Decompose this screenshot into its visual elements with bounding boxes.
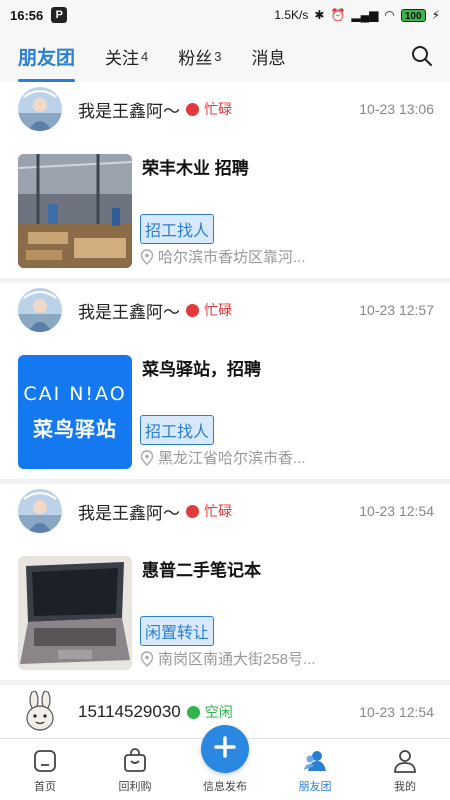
battery-icon: 100 bbox=[400, 8, 426, 22]
status-right: 1.5K/s ✱ ⏰ ▂▄▆ ◠ 100 ⚡ bbox=[274, 8, 440, 22]
feed-post[interactable]: 我是王鑫阿～ 忙碌 10-23 12:57 CAI N!AO 菜鸟驿站 菜鸟驿站… bbox=[0, 283, 450, 479]
post-category-tag[interactable]: 招工找人 bbox=[140, 214, 215, 244]
home-icon bbox=[34, 750, 56, 772]
alarm-icon: ⏰ bbox=[330, 8, 346, 22]
busy-status-dot bbox=[186, 102, 199, 116]
post-username[interactable]: 15114529030 bbox=[78, 702, 181, 722]
status-bar: 16:56 P 1.5K/s ✱ ⏰ ▂▄▆ ◠ 100 ⚡ bbox=[0, 0, 450, 30]
busy-status-dot bbox=[186, 303, 199, 317]
location-pin-icon bbox=[140, 248, 154, 265]
location-pin-icon bbox=[140, 650, 154, 667]
app-notification-icon: P bbox=[51, 7, 68, 23]
fans-count: 3 bbox=[214, 48, 222, 64]
bottom-nav: 首页 回利购 信息发布 朋友团 我的 bbox=[0, 725, 450, 800]
avatar[interactable] bbox=[18, 87, 62, 131]
tab-fans[interactable]: 粉丝 3 bbox=[178, 30, 221, 82]
nav-publish[interactable]: 信息发布 bbox=[180, 725, 270, 800]
post-time: 10-23 12:54 bbox=[359, 704, 434, 720]
post-category-tag[interactable]: 招工找人 bbox=[140, 415, 215, 445]
post-location: 南岗区南通大街258号... bbox=[140, 648, 316, 669]
feed-post[interactable]: 我是王鑫阿～ 忙碌 10-23 12:54 惠普二手笔记本 闲置转让 南岗区南通… bbox=[0, 484, 450, 680]
post-thumbnail[interactable] bbox=[18, 556, 132, 670]
user-status: 空闲 bbox=[204, 704, 233, 720]
post-thumbnail[interactable]: CAI N!AO 菜鸟驿站 bbox=[18, 355, 132, 469]
friends-icon bbox=[304, 751, 326, 771]
post-username[interactable]: 我是王鑫阿～ bbox=[78, 499, 180, 524]
user-profile-icon bbox=[394, 750, 416, 773]
post-location: 哈尔滨市香坊区靠河... bbox=[140, 246, 306, 267]
post-username[interactable]: 我是王鑫阿～ bbox=[78, 97, 180, 122]
publish-plus-button[interactable] bbox=[201, 725, 249, 773]
feed-list: 我是王鑫阿～ 忙碌 10-23 13:06 荣丰木业 招聘 招工找人 哈尔滨市香… bbox=[0, 82, 450, 738]
location-text: 黑龙江省哈尔滨市香... bbox=[158, 450, 306, 467]
nav-mine[interactable]: 我的 bbox=[360, 739, 450, 800]
user-status: 忙碌 bbox=[204, 101, 232, 117]
feed-post[interactable]: 我是王鑫阿～ 忙碌 10-23 13:06 荣丰木业 招聘 招工找人 哈尔滨市香… bbox=[0, 82, 450, 278]
signal-icon: ▂▄▆ bbox=[351, 8, 379, 22]
wifi-icon: ◠ bbox=[384, 8, 395, 22]
nav-friend-group[interactable]: 朋友团 bbox=[270, 739, 360, 800]
post-title[interactable]: 荣丰木业 招聘 bbox=[142, 154, 249, 179]
status-time: 16:56 bbox=[10, 7, 44, 23]
free-status-dot bbox=[186, 705, 200, 719]
nav-home[interactable]: 首页 bbox=[0, 739, 90, 800]
busy-status-dot bbox=[186, 504, 199, 518]
post-title[interactable]: 菜鸟驿站，招聘 bbox=[142, 355, 261, 380]
post-header: 我是王鑫阿～ 忙碌 10-23 13:06 bbox=[18, 87, 434, 131]
search-icon[interactable] bbox=[410, 44, 434, 68]
nav-huiligou[interactable]: 回利购 bbox=[90, 739, 180, 800]
cainiao-logo-cn: 菜鸟驿站 bbox=[33, 418, 117, 441]
avatar[interactable] bbox=[18, 288, 62, 332]
post-title[interactable]: 惠普二手笔记本 bbox=[142, 556, 261, 581]
tab-following[interactable]: 关注 4 bbox=[105, 30, 148, 82]
post-time: 10-23 12:57 bbox=[359, 302, 434, 318]
following-count: 4 bbox=[141, 48, 149, 64]
user-status: 忙碌 bbox=[204, 503, 232, 519]
user-status: 忙碌 bbox=[204, 302, 232, 318]
cainiao-logo-text: CAI N!AO bbox=[23, 382, 127, 405]
post-location: 黑龙江省哈尔滨市香... bbox=[140, 447, 306, 468]
post-header: 我是王鑫阿～ 忙碌 10-23 12:54 bbox=[18, 489, 434, 533]
location-text: 哈尔滨市香坊区靠河... bbox=[158, 249, 306, 266]
post-time: 10-23 13:06 bbox=[359, 101, 434, 117]
location-text: 南岗区南通大街258号... bbox=[158, 651, 316, 668]
shopping-bag-icon bbox=[124, 748, 146, 772]
post-username[interactable]: 我是王鑫阿～ bbox=[78, 298, 180, 323]
location-pin-icon bbox=[140, 449, 154, 466]
post-category-tag[interactable]: 闲置转让 bbox=[140, 616, 215, 646]
charging-icon: ⚡ bbox=[431, 8, 440, 22]
bluetooth-icon: ✱ bbox=[314, 8, 325, 22]
tab-messages[interactable]: 消息 bbox=[251, 30, 285, 82]
tab-friend-group[interactable]: 朋友团 bbox=[18, 30, 76, 82]
plus-icon bbox=[214, 736, 236, 758]
network-speed: 1.5K/s bbox=[274, 8, 309, 22]
top-tabs: 朋友团 关注 4 粉丝 3 消息 bbox=[0, 30, 450, 82]
post-thumbnail[interactable] bbox=[18, 154, 132, 268]
avatar[interactable] bbox=[18, 690, 62, 734]
post-time: 10-23 12:54 bbox=[359, 503, 434, 519]
avatar[interactable] bbox=[18, 489, 62, 533]
post-header: 我是王鑫阿～ 忙碌 10-23 12:57 bbox=[18, 288, 434, 332]
